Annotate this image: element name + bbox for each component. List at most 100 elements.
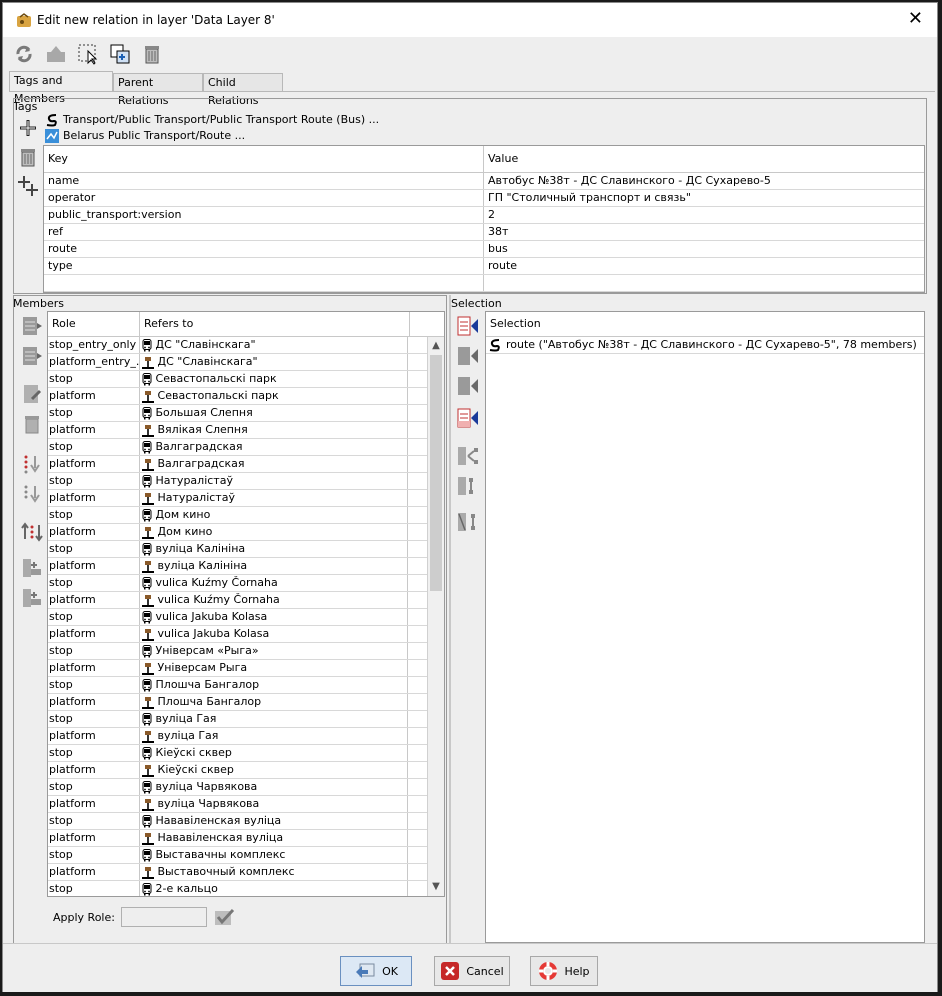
member-refers-to-cell[interactable]: Плошча Бангалор xyxy=(140,694,409,710)
sort-members-button[interactable] xyxy=(19,451,45,477)
member-role-cell[interactable]: platform_entry_... xyxy=(48,354,140,370)
add-selected-at-start-button[interactable] xyxy=(19,555,45,581)
member-refers-to-cell[interactable]: Севастопальскі парк xyxy=(140,371,409,387)
member-refers-to-cell[interactable]: Нававіленская вуліца xyxy=(140,830,409,846)
member-role-cell[interactable]: stop xyxy=(48,575,140,591)
member-refers-to-cell[interactable]: 2-е кальцо xyxy=(140,881,409,896)
tab-parent-relations[interactable]: Parent Relations xyxy=(113,73,203,107)
member-row[interactable]: stop_entry_only ДС "Славінскага" xyxy=(48,337,428,354)
tag-key-cell[interactable]: public_transport:version xyxy=(44,207,484,223)
member-role-cell[interactable]: stop xyxy=(48,405,140,421)
member-row[interactable]: platform Натуралістаў xyxy=(48,490,428,507)
member-role-cell[interactable]: stop xyxy=(48,439,140,455)
selection-row[interactable]: route ("Автобус №38т - ДС Славинского - … xyxy=(486,337,924,354)
member-row[interactable]: stop вуліца Гая xyxy=(48,711,428,728)
member-row[interactable]: platform Выставочный комплекс xyxy=(48,864,428,881)
member-refers-to-cell[interactable]: vulica Jakuba Kolasa xyxy=(140,626,409,642)
tag-key-cell[interactable] xyxy=(44,275,484,291)
selection-column-header[interactable]: Selection xyxy=(486,312,924,337)
member-row[interactable]: stop 2-е кальцо xyxy=(48,881,428,896)
member-refers-to-cell[interactable]: Валгаградская xyxy=(140,456,409,472)
member-role-cell[interactable]: stop xyxy=(48,711,140,727)
move-down-button[interactable] xyxy=(19,343,45,369)
member-refers-to-cell[interactable]: вуліца Чарвякова xyxy=(140,796,409,812)
member-row[interactable]: platform Кіеўскі сквер xyxy=(48,762,428,779)
member-row[interactable]: stop Плошча Бангалор xyxy=(48,677,428,694)
member-row[interactable]: platform Вялікая Слепня xyxy=(48,422,428,439)
select-in-selection-button[interactable] xyxy=(455,473,481,499)
member-role-cell[interactable]: stop xyxy=(48,677,140,693)
member-refers-to-cell[interactable]: ДС "Славінскага" xyxy=(140,337,409,353)
member-refers-to-cell[interactable]: Плошча Бангалор xyxy=(140,677,409,693)
tag-key-cell[interactable]: route xyxy=(44,241,484,257)
tag-row[interactable]: public_transport:version 2 xyxy=(44,207,924,224)
member-refers-to-cell[interactable]: Нававіленская вуліца xyxy=(140,813,409,829)
reverse-members-button[interactable] xyxy=(19,519,45,545)
add-selected-first-button[interactable] xyxy=(455,313,481,339)
add-tag-button[interactable] xyxy=(15,115,41,141)
tag-key-cell[interactable]: operator xyxy=(44,190,484,206)
member-role-cell[interactable]: stop xyxy=(48,609,140,625)
member-row[interactable]: platform вуліца Гая xyxy=(48,728,428,745)
member-role-cell[interactable]: platform xyxy=(48,626,140,642)
member-row[interactable]: stop Дом кино xyxy=(48,507,428,524)
member-refers-to-cell[interactable]: Дом кино xyxy=(140,524,409,540)
member-role-cell[interactable]: stop xyxy=(48,745,140,761)
apply-button[interactable] xyxy=(43,41,69,67)
tag-row[interactable]: ref 38т xyxy=(44,224,924,241)
scroll-down-icon[interactable]: ▼ xyxy=(430,880,442,894)
tag-key-cell[interactable]: name xyxy=(44,173,484,189)
member-role-cell[interactable]: platform xyxy=(48,864,140,880)
member-row[interactable]: platform Дом кино xyxy=(48,524,428,541)
member-refers-to-cell[interactable]: вуліца Гая xyxy=(140,711,409,727)
member-row[interactable]: platform vulica Jakuba Kolasa xyxy=(48,626,428,643)
refers-to-column-header[interactable]: Refers to xyxy=(140,312,410,336)
member-refers-to-cell[interactable]: Севастопальскі парк xyxy=(140,388,409,404)
member-row[interactable]: stop Валгаградская xyxy=(48,439,428,456)
apply-role-input[interactable] xyxy=(120,907,207,927)
member-refers-to-cell[interactable]: vulica Kuźmy Čornaha xyxy=(140,592,409,608)
member-role-cell[interactable]: platform xyxy=(48,558,140,574)
add-selected-last-button[interactable] xyxy=(455,405,481,431)
move-up-button[interactable] xyxy=(19,313,45,339)
tag-value-cell[interactable]: 2 xyxy=(484,207,924,223)
sort-below-button[interactable] xyxy=(19,481,45,507)
member-role-cell[interactable]: platform xyxy=(48,592,140,608)
remove-selected-button[interactable] xyxy=(455,509,481,535)
member-row[interactable]: platform_entry_... ДС "Славінскага" xyxy=(48,354,428,371)
tag-value-cell[interactable]: 38т xyxy=(484,224,924,240)
select-members-button[interactable] xyxy=(455,443,481,469)
value-column-header[interactable]: Value xyxy=(484,146,924,172)
member-role-cell[interactable]: stop xyxy=(48,813,140,829)
tag-row[interactable]: operator ГП "Столичный транспорт и связь" xyxy=(44,190,924,207)
select-relation-button[interactable] xyxy=(75,41,101,67)
member-role-cell[interactable]: stop xyxy=(48,371,140,387)
paste-tags-button[interactable] xyxy=(15,173,41,199)
tag-value-cell[interactable]: route xyxy=(484,258,924,274)
refresh-button[interactable] xyxy=(11,41,37,67)
member-role-cell[interactable]: stop xyxy=(48,779,140,795)
member-row[interactable]: platform Нававіленская вуліца xyxy=(48,830,428,847)
member-role-cell[interactable]: stop_entry_only xyxy=(48,337,140,353)
close-icon[interactable]: ✕ xyxy=(908,10,923,28)
member-row[interactable]: stop Універсам «Рыга» xyxy=(48,643,428,660)
preset-link-bus-route[interactable]: Transport/Public Transport/Public Transp… xyxy=(45,112,379,128)
member-refers-to-cell[interactable]: Дом кино xyxy=(140,507,409,523)
member-role-cell[interactable]: platform xyxy=(48,762,140,778)
member-role-cell[interactable]: platform xyxy=(48,524,140,540)
member-role-cell[interactable]: stop xyxy=(48,507,140,523)
member-row[interactable]: platform Плошча Бангалор xyxy=(48,694,428,711)
preset-link-belarus-route[interactable]: Belarus Public Transport/Route ... xyxy=(45,128,379,144)
delete-relation-button[interactable] xyxy=(139,41,165,67)
member-row[interactable]: stop Кіеўскі сквер xyxy=(48,745,428,762)
member-refers-to-cell[interactable]: вуліца Чарвякова xyxy=(140,779,409,795)
member-refers-to-cell[interactable]: Большая Слепня xyxy=(140,405,409,421)
member-role-cell[interactable]: platform xyxy=(48,728,140,744)
member-refers-to-cell[interactable]: Кіеўскі сквер xyxy=(140,762,409,778)
member-role-cell[interactable]: stop xyxy=(48,541,140,557)
member-refers-to-cell[interactable]: Кіеўскі сквер xyxy=(140,745,409,761)
tag-value-cell[interactable]: Автобус №38т - ДС Славинского - ДС Сухар… xyxy=(484,173,924,189)
add-selected-at-end-button[interactable] xyxy=(19,585,45,611)
member-refers-to-cell[interactable]: вуліца Калініна xyxy=(140,558,409,574)
delete-tag-button[interactable] xyxy=(15,144,41,170)
